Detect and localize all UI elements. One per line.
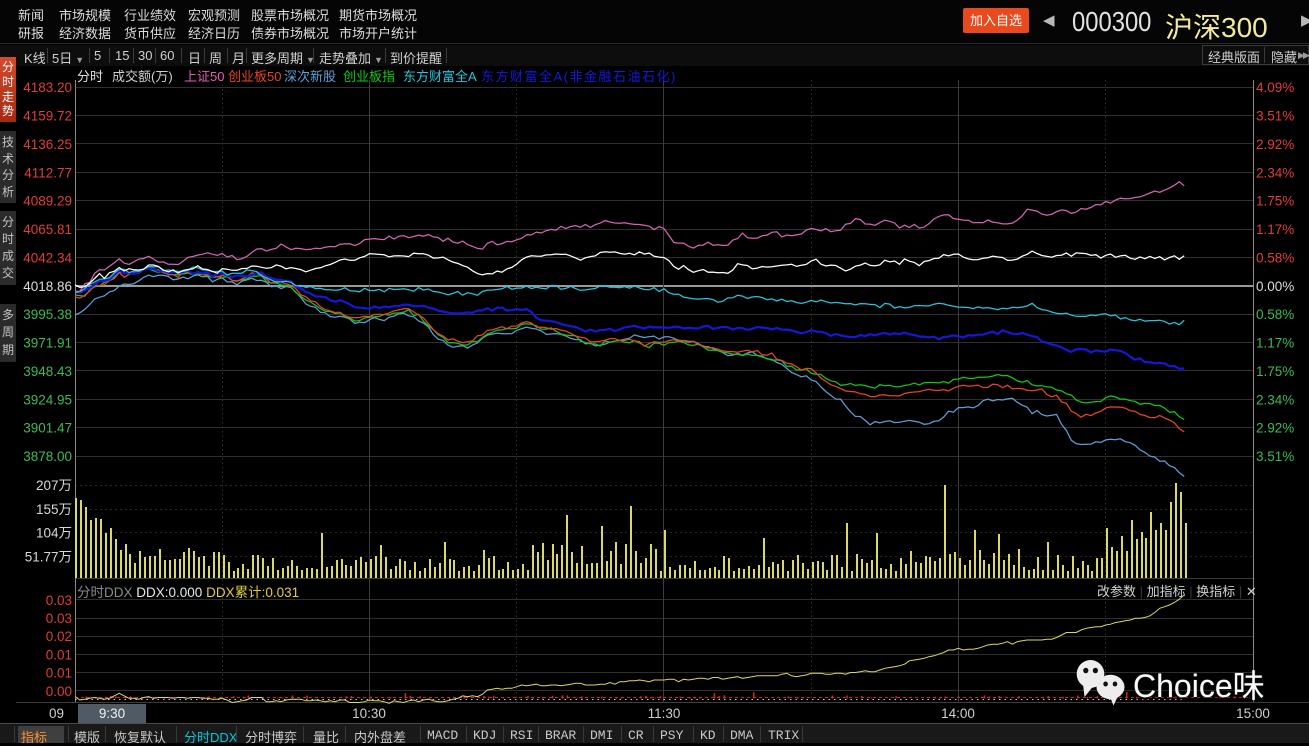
svg-text:09: 09 bbox=[49, 706, 64, 721]
svg-text:1.17%: 1.17% bbox=[1256, 336, 1294, 351]
svg-text:3901.47: 3901.47 bbox=[23, 421, 72, 436]
svg-text:4065.81: 4065.81 bbox=[23, 222, 72, 237]
svg-text:0.58%: 0.58% bbox=[1256, 250, 1294, 265]
svg-text:3971.91: 3971.91 bbox=[23, 336, 72, 351]
svg-text:1.17%: 1.17% bbox=[1256, 222, 1294, 237]
svg-text:3.51%: 3.51% bbox=[1256, 109, 1294, 124]
svg-text:207万: 207万 bbox=[36, 478, 72, 493]
svg-text:4183.20: 4183.20 bbox=[23, 80, 72, 95]
svg-text:2.34%: 2.34% bbox=[1256, 165, 1294, 180]
svg-text:2.92%: 2.92% bbox=[1256, 137, 1294, 152]
svg-text:3924.95: 3924.95 bbox=[23, 392, 72, 407]
svg-text:4042.34: 4042.34 bbox=[23, 250, 72, 265]
svg-text:3995.38: 3995.38 bbox=[23, 307, 72, 322]
svg-text:0.03: 0.03 bbox=[46, 611, 72, 626]
svg-text:104万: 104万 bbox=[36, 526, 72, 541]
svg-text:4018.86: 4018.86 bbox=[23, 279, 72, 294]
svg-text:3948.43: 3948.43 bbox=[23, 364, 72, 379]
svg-text:2.92%: 2.92% bbox=[1256, 421, 1294, 436]
svg-text:15:00: 15:00 bbox=[1236, 706, 1270, 721]
svg-text:1.75%: 1.75% bbox=[1256, 364, 1294, 379]
svg-text:4136.25: 4136.25 bbox=[23, 137, 72, 152]
svg-text:4.09%: 4.09% bbox=[1256, 80, 1294, 95]
svg-text:4089.29: 4089.29 bbox=[23, 194, 72, 209]
svg-text:4159.72: 4159.72 bbox=[23, 109, 72, 124]
svg-text:0.02: 0.02 bbox=[46, 629, 72, 644]
svg-text:4112.77: 4112.77 bbox=[24, 165, 72, 180]
svg-text:3.51%: 3.51% bbox=[1256, 449, 1294, 464]
svg-text:0.00%: 0.00% bbox=[1256, 279, 1294, 294]
svg-text:11:30: 11:30 bbox=[648, 706, 681, 721]
svg-text:14:00: 14:00 bbox=[941, 706, 975, 721]
svg-text:0.58%: 0.58% bbox=[1256, 307, 1294, 322]
svg-text:3878.00: 3878.00 bbox=[23, 449, 72, 464]
svg-text:51.77万: 51.77万 bbox=[25, 549, 72, 564]
svg-text:0.01: 0.01 bbox=[46, 666, 72, 681]
svg-text:0.01: 0.01 bbox=[46, 647, 72, 662]
svg-text:2.34%: 2.34% bbox=[1256, 392, 1294, 407]
svg-text:10:30: 10:30 bbox=[352, 706, 386, 721]
svg-text:9:30: 9:30 bbox=[99, 706, 125, 721]
svg-text:155万: 155万 bbox=[36, 502, 72, 517]
svg-text:0.00: 0.00 bbox=[46, 684, 72, 699]
svg-text:1.75%: 1.75% bbox=[1256, 194, 1294, 209]
svg-text:0.03: 0.03 bbox=[46, 593, 72, 608]
